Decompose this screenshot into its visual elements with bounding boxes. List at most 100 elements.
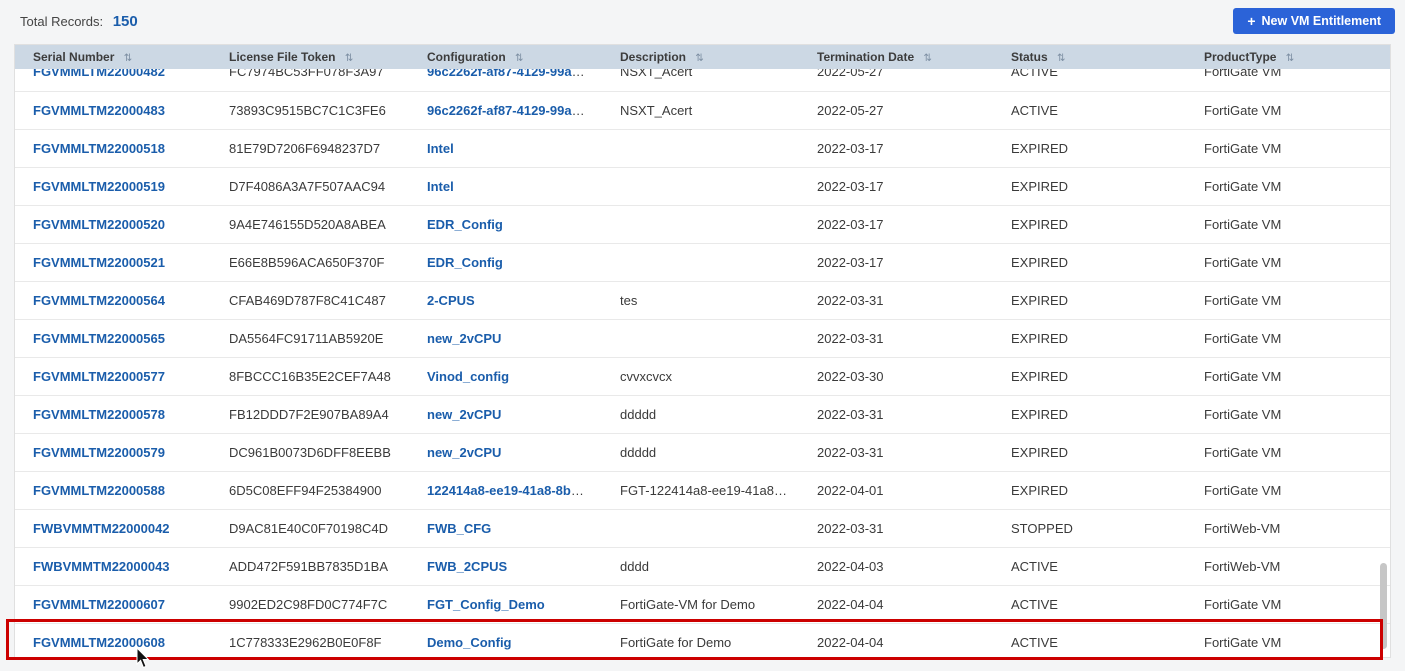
column-header-label: License File Token — [229, 50, 336, 64]
termination-date-cell: 2022-03-31 — [799, 395, 993, 434]
serial-number-link[interactable]: FGVMMLTM22000520 — [33, 217, 165, 232]
configuration-link[interactable]: Intel — [427, 141, 454, 156]
description-cell: FortiGate-VM for Demo — [602, 585, 799, 624]
product-type-cell: FortiGate VM — [1186, 357, 1390, 396]
configuration-link[interactable]: EDR_Config — [427, 217, 503, 232]
termination-date-cell: 2022-03-31 — [799, 509, 993, 548]
sort-icon[interactable]: ⇅ — [345, 53, 353, 64]
configuration-link[interactable]: Vinod_config — [427, 369, 509, 384]
vertical-scrollbar-thumb[interactable] — [1380, 563, 1387, 649]
termination-date-cell: 2022-03-31 — [799, 433, 993, 472]
column-header-label: Configuration — [427, 50, 506, 64]
column-header-label: ProductType — [1204, 50, 1277, 64]
termination-date-cell: 2022-03-31 — [799, 319, 993, 358]
termination-date-cell: 2022-03-17 — [799, 243, 993, 282]
serial-number-link[interactable]: FWBVMMTM22000043 — [33, 559, 170, 574]
column-header[interactable]: ProductType ⇅ — [1186, 45, 1390, 69]
termination-date-cell: 2022-03-30 — [799, 357, 993, 396]
configuration-link[interactable]: 96c2262f-af87-4129-99a8-... — [427, 69, 594, 79]
serial-number-link[interactable]: FGVMMLTM22000607 — [33, 597, 165, 612]
table-body-table: FGVMMLTM22000482 FC7974BC53FF078F3A97 96… — [15, 69, 1390, 657]
status-cell: ACTIVE — [993, 623, 1186, 657]
column-header-label: Serial Number — [33, 50, 115, 64]
column-header[interactable]: License File Token ⇅ — [211, 45, 409, 69]
serial-number-link[interactable]: FGVMMLTM22000565 — [33, 331, 165, 346]
table-row: FWBVMMTM22000043 ADD472F591BB7835D1BA FW… — [15, 547, 1390, 586]
configuration-link[interactable]: Intel — [427, 179, 454, 194]
configuration-link[interactable]: EDR_Config — [427, 255, 503, 270]
product-type-cell: FortiGate VM — [1186, 433, 1390, 472]
description-cell — [602, 243, 799, 282]
status-cell: EXPIRED — [993, 357, 1186, 396]
status-cell: EXPIRED — [993, 395, 1186, 434]
product-type-cell: FortiGate VM — [1186, 585, 1390, 624]
vm-entitlements-screen: Total Records: 150 + New VM Entitlement … — [0, 0, 1405, 669]
license-token-cell: 6D5C08EFF94F25384900 — [211, 471, 409, 510]
table-row: FWBVMMTM22000042 D9AC81E40C0F70198C4D FW… — [15, 509, 1390, 548]
column-header[interactable]: Description ⇅ — [602, 45, 799, 69]
configuration-link[interactable]: 96c2262f-af87-4129-99a8-... — [427, 103, 594, 118]
license-token-cell: 9A4E746155D520A8ABEA — [211, 205, 409, 244]
termination-date-cell: 2022-05-27 — [799, 69, 993, 92]
plus-icon: + — [1247, 13, 1256, 29]
new-vm-entitlement-button[interactable]: + New VM Entitlement — [1233, 8, 1395, 34]
serial-number-link[interactable]: FGVMMLTM22000579 — [33, 445, 165, 460]
serial-number-link[interactable]: FGVMMLTM22000521 — [33, 255, 165, 270]
serial-number-link[interactable]: FGVMMLTM22000564 — [33, 293, 165, 308]
description-cell: NSXT_Acert — [602, 91, 799, 130]
serial-number-link[interactable]: FWBVMMTM22000042 — [33, 521, 170, 536]
product-type-cell: FortiGate VM — [1186, 319, 1390, 358]
configuration-link[interactable]: new_2vCPU — [427, 445, 501, 460]
status-cell: EXPIRED — [993, 281, 1186, 320]
table-row: FGVMMLTM22000578 FB12DDD7F2E907BA89A4 ne… — [15, 395, 1390, 434]
serial-number-link[interactable]: FGVMMLTM22000519 — [33, 179, 165, 194]
serial-number-link[interactable]: FGVMMLTM22000578 — [33, 407, 165, 422]
status-cell: EXPIRED — [993, 167, 1186, 206]
table-row: FGVMMLTM22000521 E66E8B596ACA650F370F ED… — [15, 243, 1390, 282]
table-row: FGVMMLTM22000608 1C778333E2962B0E0F8F De… — [15, 623, 1390, 657]
serial-number-link[interactable]: FGVMMLTM22000588 — [33, 483, 165, 498]
sort-icon[interactable]: ⇅ — [1286, 53, 1294, 64]
description-cell: cvvxcvcx — [602, 357, 799, 396]
serial-number-link[interactable]: FGVMMLTM22000608 — [33, 635, 165, 650]
configuration-link[interactable]: FWB_CFG — [427, 521, 491, 536]
configuration-link[interactable]: Demo_Config — [427, 635, 512, 650]
serial-number-link[interactable]: FGVMMLTM22000518 — [33, 141, 165, 156]
configuration-link[interactable]: FGT_Config_Demo — [427, 597, 545, 612]
new-vm-entitlement-label: New VM Entitlement — [1261, 14, 1381, 28]
column-header-label: Termination Date — [817, 50, 915, 64]
configuration-link[interactable]: new_2vCPU — [427, 331, 501, 346]
configuration-link[interactable]: FWB_2CPUS — [427, 559, 507, 574]
sort-icon[interactable]: ⇅ — [1057, 53, 1065, 64]
termination-date-cell: 2022-03-17 — [799, 129, 993, 168]
sort-icon[interactable]: ⇅ — [695, 53, 703, 64]
table-scroll-area[interactable]: FGVMMLTM22000482 FC7974BC53FF078F3A97 96… — [15, 69, 1390, 657]
table-row: FGVMMLTM22000519 D7F4086A3A7F507AAC94 In… — [15, 167, 1390, 206]
column-header[interactable]: Configuration ⇅ — [409, 45, 602, 69]
configuration-link[interactable]: new_2vCPU — [427, 407, 501, 422]
termination-date-cell: 2022-04-01 — [799, 471, 993, 510]
status-cell: ACTIVE — [993, 91, 1186, 130]
termination-date-cell: 2022-03-31 — [799, 281, 993, 320]
configuration-link[interactable]: 2-CPUS — [427, 293, 475, 308]
license-token-cell: 1C778333E2962B0E0F8F — [211, 623, 409, 657]
column-header[interactable]: Serial Number ⇅ — [15, 45, 211, 69]
configuration-link[interactable]: 122414a8-ee19-41a8-8b41... — [427, 483, 596, 498]
status-cell: EXPIRED — [993, 471, 1186, 510]
sort-icon[interactable]: ⇅ — [124, 53, 132, 64]
sort-icon[interactable]: ⇅ — [515, 53, 523, 64]
total-records: Total Records: 150 — [20, 13, 138, 30]
column-header[interactable]: Status ⇅ — [993, 45, 1186, 69]
sort-icon[interactable]: ⇅ — [923, 53, 931, 64]
serial-number-link[interactable]: FGVMMLTM22000577 — [33, 369, 165, 384]
column-header[interactable]: Termination Date ⇅ — [799, 45, 993, 69]
table-row: FGVMMLTM22000518 81E79D7206F6948237D7 In… — [15, 129, 1390, 168]
termination-date-cell: 2022-03-17 — [799, 205, 993, 244]
status-cell: EXPIRED — [993, 129, 1186, 168]
status-cell: ACTIVE — [993, 585, 1186, 624]
license-token-cell: D9AC81E40C0F70198C4D — [211, 509, 409, 548]
product-type-cell: FortiGate VM — [1186, 167, 1390, 206]
serial-number-link[interactable]: FGVMMLTM22000483 — [33, 103, 165, 118]
serial-number-link[interactable]: FGVMMLTM22000482 — [33, 69, 165, 79]
license-token-cell: ADD472F591BB7835D1BA — [211, 547, 409, 586]
